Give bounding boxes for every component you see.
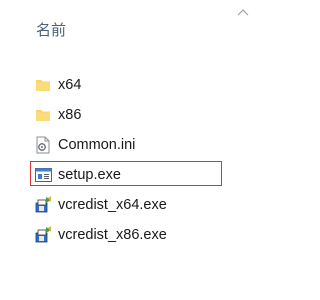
folder-icon <box>34 76 52 94</box>
application-icon <box>34 166 52 184</box>
explorer-file-pane: 名前 x64 x86 Common.ini setup.exe vcredist… <box>0 0 265 300</box>
list-item-vcredist-x64[interactable]: vcredist_x64.exe <box>34 190 265 220</box>
settings-file-icon <box>34 136 52 154</box>
file-name-label: x86 <box>58 107 82 123</box>
folder-icon <box>34 106 52 124</box>
file-name-label: setup.exe <box>58 167 121 183</box>
column-header-label: 名前 <box>36 22 67 39</box>
chevron-up-icon <box>236 5 250 16</box>
list-item-setup-exe[interactable]: setup.exe <box>30 160 265 190</box>
installer-icon <box>34 196 52 214</box>
list-item-folder-x86[interactable]: x86 <box>34 100 265 130</box>
file-name-label: Common.ini <box>58 137 136 153</box>
file-name-label: vcredist_x86.exe <box>58 227 167 243</box>
list-item-folder-x64[interactable]: x64 <box>34 70 265 100</box>
file-name-label: vcredist_x64.exe <box>58 197 167 213</box>
installer-icon <box>34 226 52 244</box>
list-item-vcredist-x86[interactable]: vcredist_x86.exe <box>34 220 265 250</box>
file-name-label: x64 <box>58 77 82 93</box>
file-list: x64 x86 Common.ini setup.exe vcredist_x6… <box>30 70 265 250</box>
list-item-common-ini[interactable]: Common.ini <box>34 130 265 160</box>
column-header-name[interactable]: 名前 <box>0 0 265 58</box>
